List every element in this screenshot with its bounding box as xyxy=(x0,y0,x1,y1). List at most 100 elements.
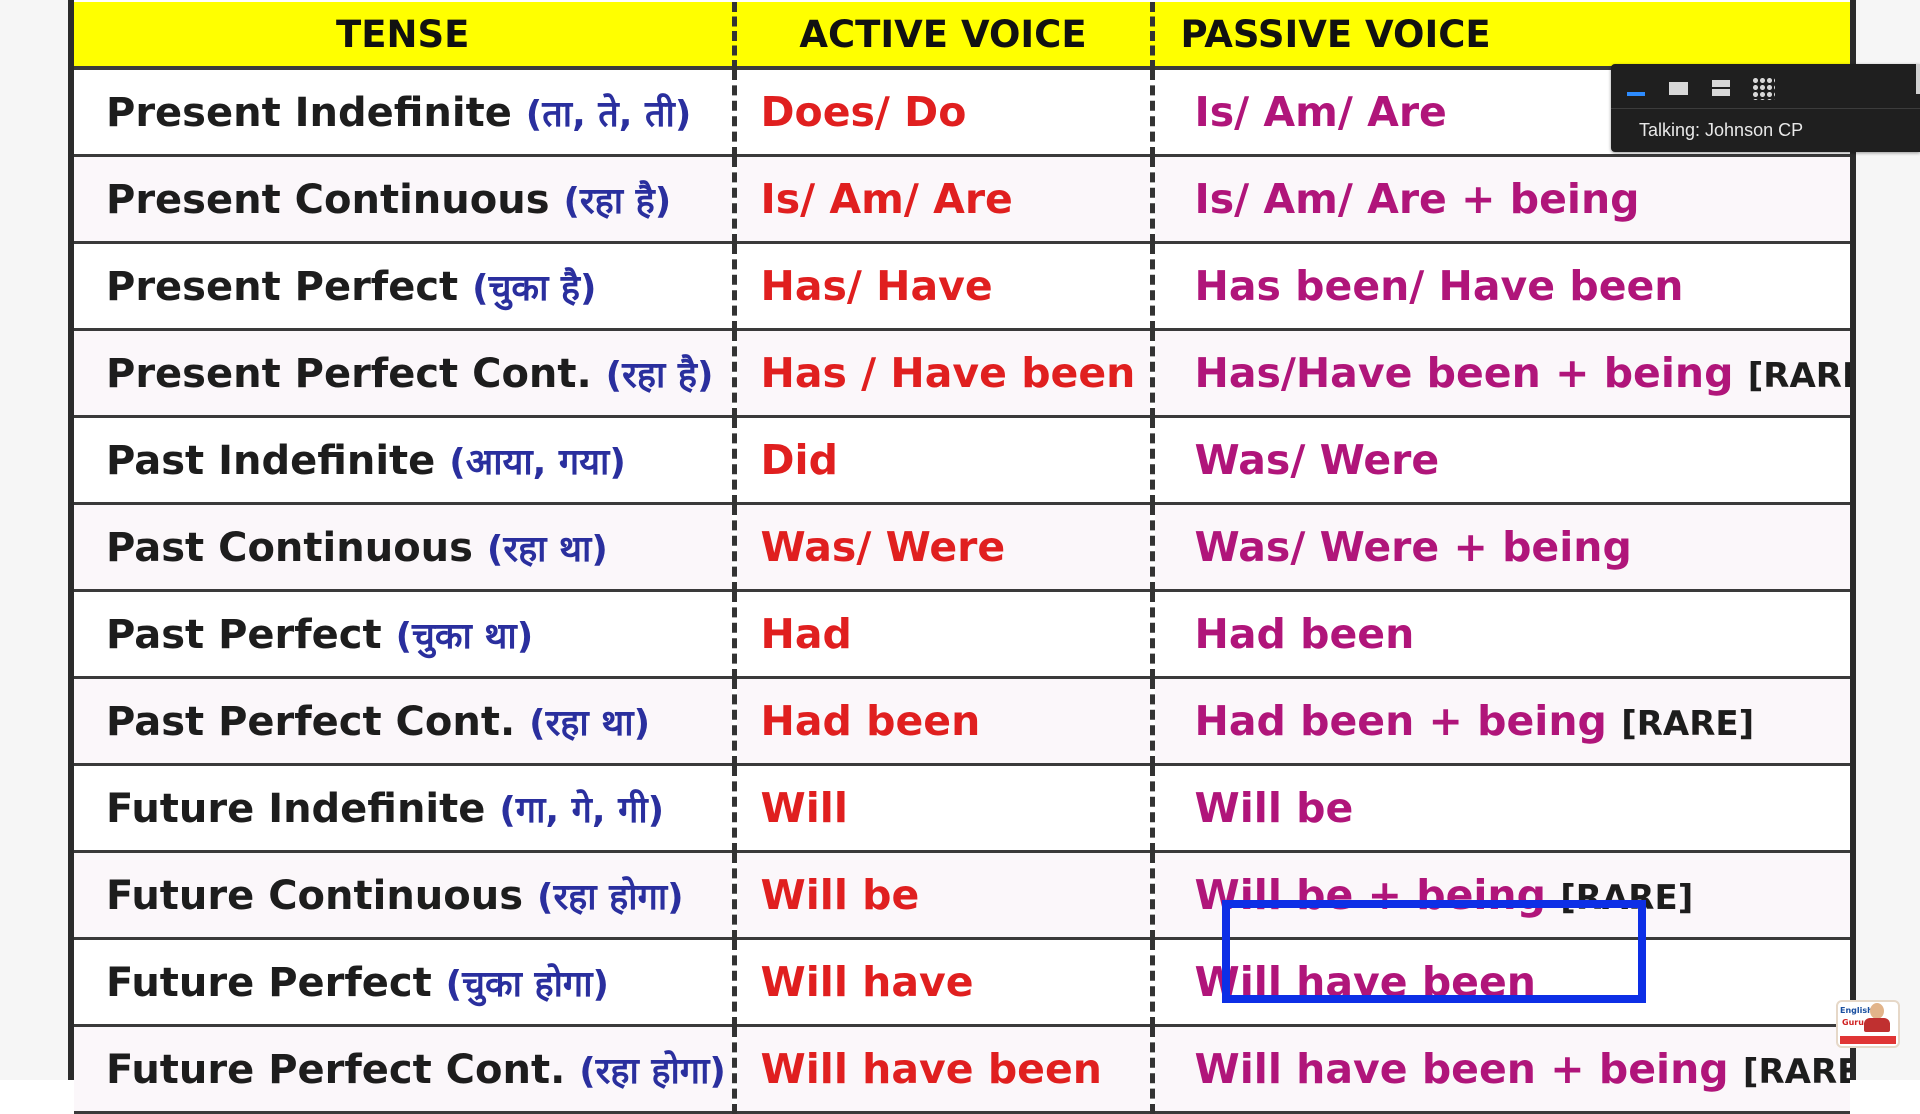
screen-share-stage: TENSE ACTIVE VOICE PASSIVE VOICE Present… xyxy=(0,0,1920,1114)
minimize-icon[interactable] xyxy=(1625,76,1649,100)
tense-hindi-marker: (ता, ते, ती) xyxy=(525,93,692,135)
tense-name: Past Perfect Cont. xyxy=(106,698,516,745)
rare-tag: [RARE] xyxy=(1747,356,1850,396)
tense-cell: Future Perfect Cont. (रहा होगा) xyxy=(74,1025,734,1114)
passive-voice-cell: Had been + being [RARE] xyxy=(1149,677,1850,766)
table-row: Past Perfect Cont. (रहा था) Had been Had b… xyxy=(74,677,1850,766)
passive-voice-cell: Had been xyxy=(1149,590,1850,679)
tense-name: Future Perfect Cont. xyxy=(106,1046,566,1093)
passive-voice-text: Will be xyxy=(1194,784,1354,832)
passive-voice-cell: Was/ Were + being xyxy=(1149,503,1850,592)
table-row: Past Indefinite (आया, गया) Did Was/ Were xyxy=(74,416,1850,505)
passive-voice-text: Had been xyxy=(1194,610,1415,658)
tense-name: Present Indefinite xyxy=(106,89,512,136)
table-row: Present Perfect Cont. (रहा है) Has / Have… xyxy=(74,329,1850,418)
passive-voice-cell: Was/ Were xyxy=(1149,416,1850,505)
tense-name: Future Indefinite xyxy=(106,785,486,832)
tense-cell: Past Perfect (चुका था) xyxy=(74,590,734,679)
active-speaker-label: Talking: Johnson CP xyxy=(1639,120,1804,140)
passive-voice-cell: Will have been xyxy=(1149,938,1850,1027)
passive-voice-text: Was/ Were + being xyxy=(1194,523,1632,571)
gallery-view-icon[interactable] xyxy=(1751,76,1775,100)
tense-hindi-marker: (रहा होगा) xyxy=(537,876,684,918)
active-voice-cell: Is/ Am/ Are xyxy=(731,155,1152,244)
rare-tag: [RARE] xyxy=(1560,878,1694,918)
rare-tag: [RARE] xyxy=(1621,704,1755,744)
passive-voice-cell: Has/Have been + being [RARE] xyxy=(1149,329,1850,418)
table-row: Past Perfect (चुका था) Had Had been xyxy=(74,590,1850,679)
passive-voice-text: Was/ Were xyxy=(1194,436,1440,484)
tense-voice-table: TENSE ACTIVE VOICE PASSIVE VOICE Present… xyxy=(74,2,1850,1114)
header-passive-voice: PASSIVE VOICE xyxy=(1149,2,1850,70)
tense-cell: Present Perfect Cont. (रहा है) xyxy=(74,329,734,418)
tense-hindi-marker: (गा, गे, गी) xyxy=(499,789,665,831)
passive-voice-text: Will be + being xyxy=(1194,871,1546,919)
table-row: Present Indefinite (ता, ते, ती) Does/ Do I… xyxy=(74,68,1850,157)
table-header-row: TENSE ACTIVE VOICE PASSIVE VOICE xyxy=(74,2,1850,70)
tense-hindi-marker: (रहा था) xyxy=(486,528,608,570)
header-tense: TENSE xyxy=(74,2,734,70)
tense-hindi-marker: (रहा था) xyxy=(529,702,651,744)
tense-name: Future Continuous xyxy=(106,872,524,919)
table-row: Past Continuous (रहा था) Was/ Were Was/ We… xyxy=(74,503,1850,592)
tense-cell: Present Continuous (रहा है) xyxy=(74,155,734,244)
active-voice-cell: Has/ Have xyxy=(731,242,1152,331)
active-voice-cell: Had been xyxy=(731,677,1152,766)
tense-name: Past Indefinite xyxy=(106,437,436,484)
tense-cell: Past Indefinite (आया, गया) xyxy=(74,416,734,505)
passive-voice-text: Has been/ Have been xyxy=(1194,262,1684,310)
passive-voice-cell: Will have been + being [RARE] xyxy=(1149,1025,1850,1114)
active-voice-cell: Had xyxy=(731,590,1152,679)
slide: TENSE ACTIVE VOICE PASSIVE VOICE Present… xyxy=(68,0,1900,1114)
active-voice-cell: Has / Have been xyxy=(731,329,1152,418)
table-row: Future Perfect (चुका होगा) Will have Will … xyxy=(74,938,1850,1027)
tense-name: Past Continuous xyxy=(106,524,473,571)
tense-hindi-marker: (आया, गया) xyxy=(449,441,626,483)
tense-hindi-marker: (चुका होगा) xyxy=(445,963,609,1005)
logo-text-1: English xyxy=(1840,1006,1873,1015)
tense-name: Future Perfect xyxy=(106,959,432,1006)
meeting-view-toolbar: Talking: Johnson CP xyxy=(1611,64,1920,152)
tense-hindi-marker: (चुका था) xyxy=(395,615,534,657)
passive-voice-text: Had been + being xyxy=(1194,697,1607,745)
logo-text-2: Guru xyxy=(1842,1018,1864,1027)
speaker-view-icon[interactable] xyxy=(1667,76,1691,100)
tense-cell: Future Continuous (रहा होगा) xyxy=(74,851,734,940)
tense-hindi-marker: (रहा होगा) xyxy=(579,1050,726,1092)
active-voice-cell: Was/ Were xyxy=(731,503,1152,592)
toolbar-divider xyxy=(1611,108,1920,109)
table-row: Future Perfect Cont. (रहा होगा) Will have… xyxy=(74,1025,1850,1114)
tense-name: Present Perfect Cont. xyxy=(106,350,592,397)
tense-cell: Future Indefinite (गा, गे, गी) xyxy=(74,764,734,853)
tense-cell: Future Perfect (चुका होगा) xyxy=(74,938,734,1027)
tense-cell: Present Perfect (चुका है) xyxy=(74,242,734,331)
tense-name: Present Continuous xyxy=(106,176,550,223)
passive-voice-cell: Will be + being [RARE] xyxy=(1149,851,1850,940)
passive-voice-text: Will have been xyxy=(1194,958,1536,1006)
table-row: Present Perfect (चुका है) Has/ Have Has be… xyxy=(74,242,1850,331)
passive-voice-text: Will have been + being xyxy=(1194,1045,1729,1093)
passive-voice-cell: Has been/ Have been xyxy=(1149,242,1850,331)
passive-voice-text: Is/ Am/ Are xyxy=(1194,88,1447,136)
table-body: Present Indefinite (ता, ते, ती) Does/ Do I… xyxy=(74,68,1850,1114)
tense-cell: Past Perfect Cont. (रहा था) xyxy=(74,677,734,766)
toolbar-edge xyxy=(1916,64,1920,94)
tense-cell: Past Continuous (रहा था) xyxy=(74,503,734,592)
table-row: Future Continuous (रहा होगा) Will be Will … xyxy=(74,851,1850,940)
tense-name: Present Perfect xyxy=(106,263,459,310)
active-voice-cell: Does/ Do xyxy=(731,68,1152,157)
tense-hindi-marker: (चुका है) xyxy=(472,267,597,309)
filmstrip-view-icon[interactable] xyxy=(1709,76,1733,100)
active-voice-cell: Did xyxy=(731,416,1152,505)
active-voice-cell: Will have xyxy=(731,938,1152,1027)
tense-cell: Present Indefinite (ता, ते, ती) xyxy=(74,68,734,157)
table-row: Present Continuous (रहा है) Is/ Am/ Are Is… xyxy=(74,155,1850,244)
passive-voice-text: Has/Have been + being xyxy=(1194,349,1734,397)
active-voice-cell: Will have been xyxy=(731,1025,1152,1114)
passive-voice-cell: Is/ Am/ Are + being xyxy=(1149,155,1850,244)
channel-logo: English Guru xyxy=(1836,1000,1900,1048)
header-active-voice: ACTIVE VOICE xyxy=(731,2,1152,70)
active-voice-cell: Will xyxy=(731,764,1152,853)
passive-voice-text: Is/ Am/ Are + being xyxy=(1194,175,1640,223)
tense-name: Past Perfect xyxy=(106,611,382,658)
